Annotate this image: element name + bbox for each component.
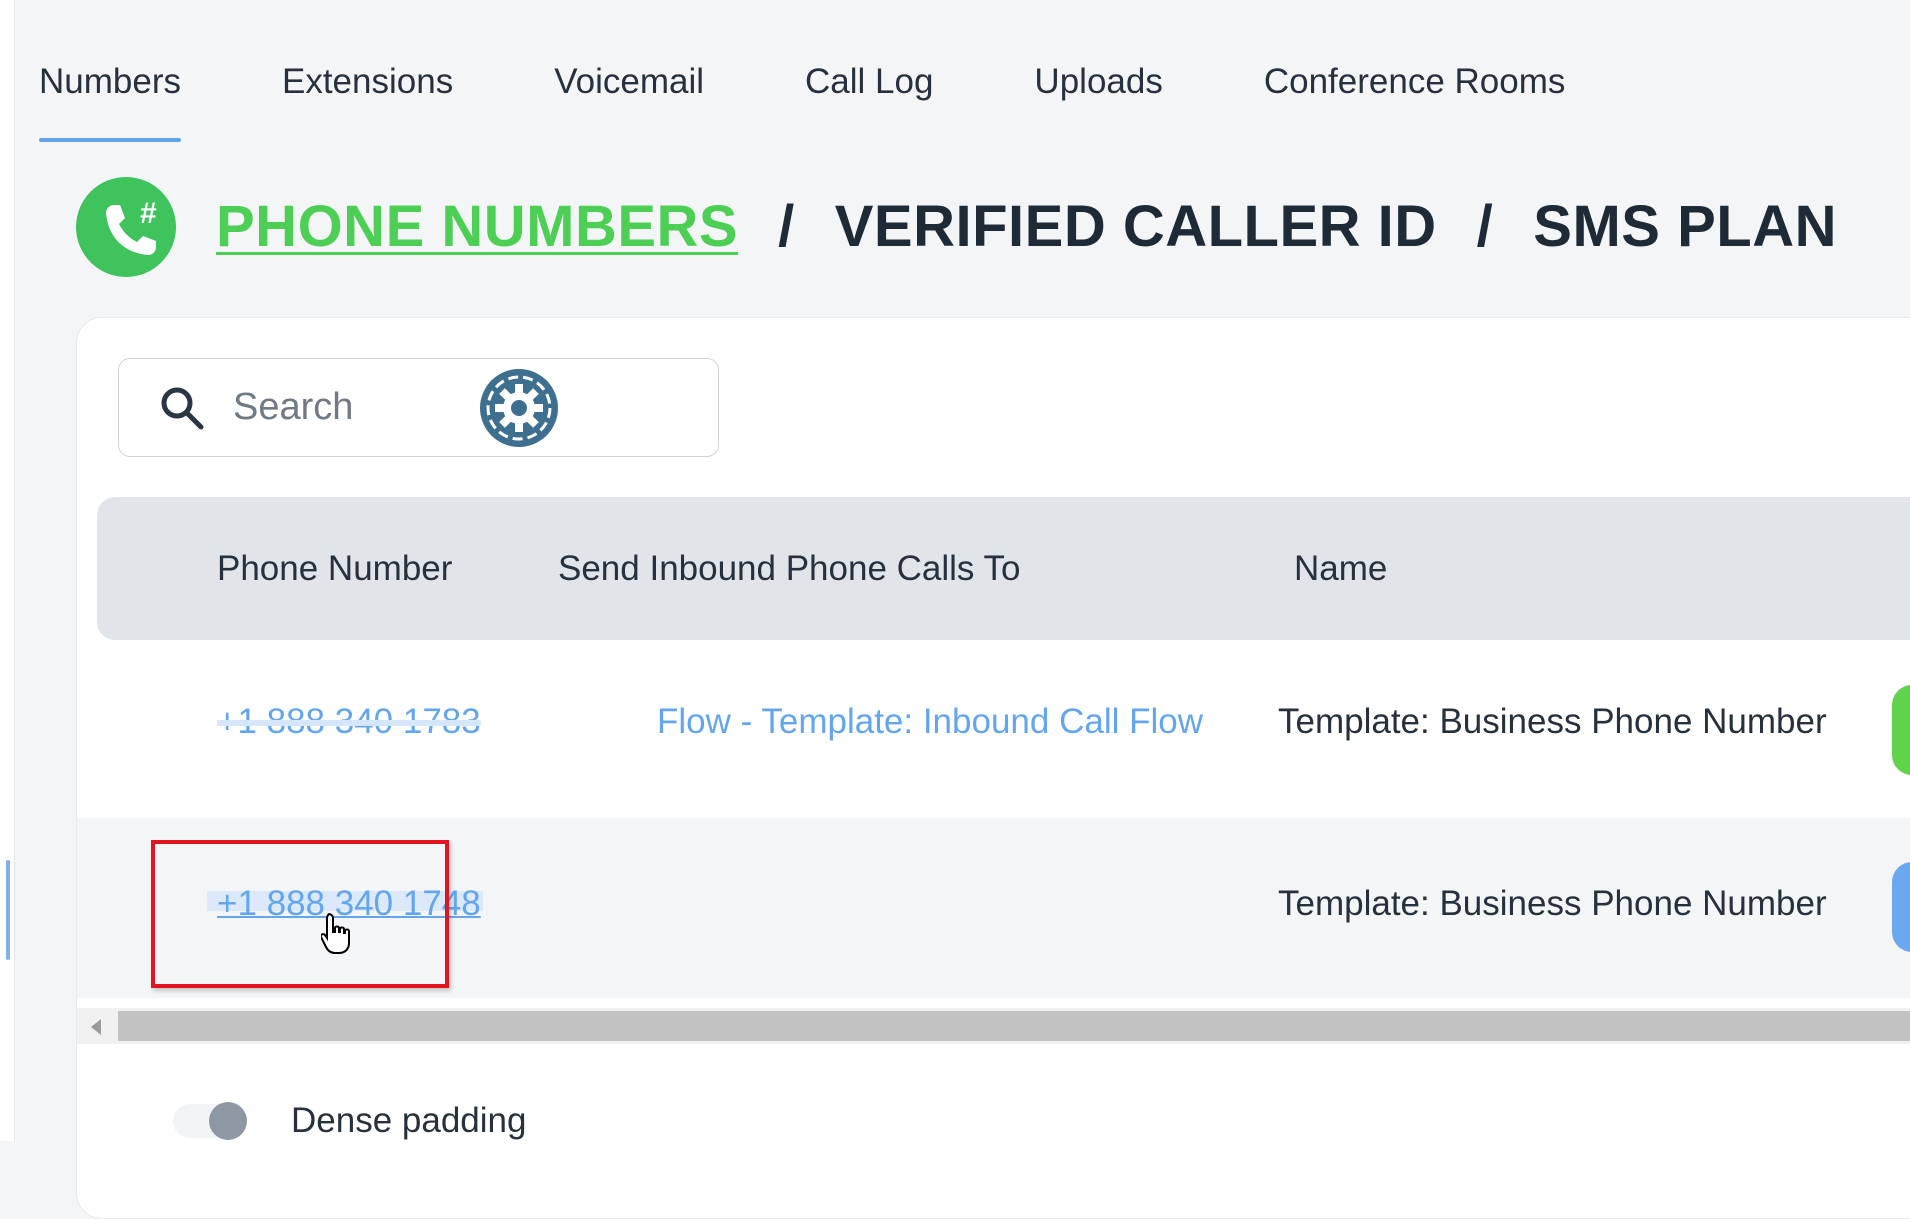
phone-number-link[interactable]: +1 888 340 1783: [217, 702, 481, 742]
dense-padding-label: Dense padding: [291, 1101, 527, 1140]
phone-numbers-logo-icon: #: [76, 177, 176, 277]
search-input[interactable]: [231, 359, 705, 456]
inbound-flow-link[interactable]: Flow - Template: Inbound Call Flow: [657, 702, 1203, 742]
tab-extensions[interactable]: Extensions: [282, 58, 453, 142]
column-header-send-inbound[interactable]: Send Inbound Phone Calls To: [558, 497, 1021, 640]
horizontal-scrollbar[interactable]: [77, 1008, 1910, 1044]
toggle-knob: [209, 1102, 247, 1140]
row-name: Template: Business Phone Number: [1278, 884, 1827, 923]
hand-cursor-icon: [321, 912, 350, 954]
rail-indicator: [6, 860, 10, 960]
phone-numbers-card: Phone Number Send Inbound Phone Calls To…: [76, 317, 1910, 1219]
tab-conference-rooms[interactable]: Conference Rooms: [1264, 58, 1566, 142]
tab-call-log[interactable]: Call Log: [805, 58, 933, 142]
tab-numbers[interactable]: Numbers: [39, 58, 181, 142]
breadcrumb-sms-plan: SMS PLAN: [1533, 194, 1837, 259]
flow-gear-icon: [480, 369, 558, 447]
search-icon: [161, 387, 204, 430]
left-rail: [0, 0, 15, 1141]
column-header-phone-number[interactable]: Phone Number: [217, 497, 452, 640]
svg-text:#: #: [140, 197, 157, 230]
breadcrumb-phone-numbers-link[interactable]: PHONE NUMBERS: [216, 193, 738, 260]
tab-bar: Numbers Extensions Voicemail Call Log Up…: [39, 58, 1666, 142]
breadcrumb: PHONE NUMBERS / VERIFIED CALLER ID / SMS…: [216, 193, 1837, 260]
status-button[interactable]: [1892, 862, 1910, 952]
tab-uploads[interactable]: Uploads: [1034, 58, 1162, 142]
scroll-left-arrow-icon[interactable]: [91, 1019, 101, 1035]
tab-voicemail[interactable]: Voicemail: [554, 58, 704, 142]
status-button[interactable]: [1892, 685, 1910, 775]
search-box[interactable]: [118, 358, 719, 457]
table-row: +1 888 340 1783 Flow - Template: Inbound…: [77, 640, 1910, 818]
table-header: Phone Number Send Inbound Phone Calls To…: [97, 497, 1910, 640]
breadcrumb-separator: /: [778, 194, 795, 259]
highlight-box: [151, 840, 449, 988]
scrollbar-thumb[interactable]: [118, 1011, 1910, 1041]
dense-padding-control: Dense padding: [173, 1098, 526, 1144]
row-name: Template: Business Phone Number: [1278, 702, 1827, 741]
breadcrumb-verified-caller-id: VERIFIED CALLER ID: [834, 194, 1437, 259]
column-header-name[interactable]: Name: [1294, 497, 1387, 640]
breadcrumb-separator: /: [1476, 194, 1494, 259]
dense-padding-toggle[interactable]: [173, 1098, 253, 1144]
